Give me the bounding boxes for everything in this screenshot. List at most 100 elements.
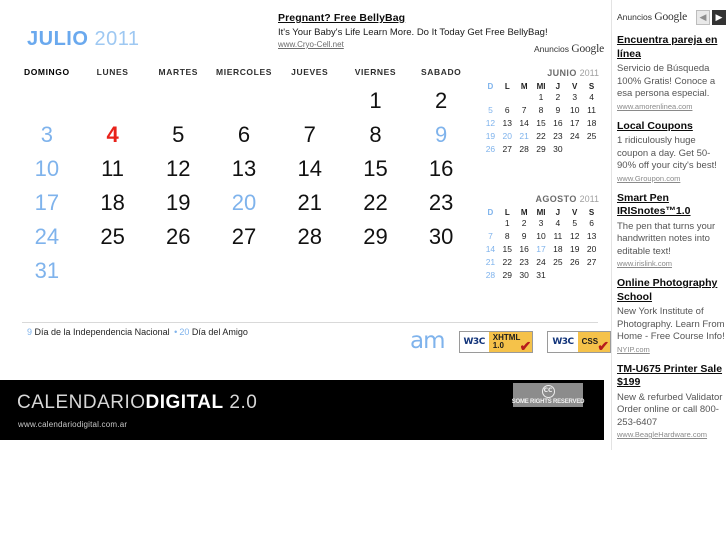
day-cell-3[interactable]: 3 — [14, 118, 80, 152]
mini-day-cell-7[interactable]: 7 — [516, 104, 533, 117]
mini-day-cell-28[interactable]: 28 — [482, 269, 499, 282]
mini-day-cell-8[interactable]: 8 — [533, 104, 550, 117]
day-cell-16[interactable]: 16 — [408, 152, 474, 186]
mini-day-cell-1[interactable]: 1 — [499, 217, 516, 230]
day-cell-15[interactable]: 15 — [343, 152, 409, 186]
creative-commons-badge[interactable]: CC SOME RIGHTS RESERVED — [512, 383, 584, 407]
mini-day-cell-24[interactable]: 24 — [566, 130, 583, 143]
mini-day-cell-20[interactable]: 20 — [499, 130, 516, 143]
w3c-xhtml-badge[interactable]: W3C XHTML 1.0 ✔ — [458, 330, 534, 353]
mini-day-cell-19[interactable]: 19 — [566, 243, 583, 256]
mini-day-cell-16[interactable]: 16 — [549, 117, 566, 130]
side-ad[interactable]: Local Coupons 1 ridiculously huge coupon … — [617, 120, 727, 184]
mini-day-cell-15[interactable]: 15 — [533, 117, 550, 130]
day-cell-7[interactable]: 7 — [277, 118, 343, 152]
mini-day-cell-23[interactable]: 23 — [549, 130, 566, 143]
mini-day-cell-27[interactable]: 27 — [583, 256, 600, 269]
mini-day-cell-7[interactable]: 7 — [482, 230, 499, 243]
mini-day-cell-12[interactable]: 12 — [482, 117, 499, 130]
mini-day-cell-29[interactable]: 29 — [533, 143, 550, 156]
day-cell-26[interactable]: 26 — [145, 220, 211, 254]
day-cell-21[interactable]: 21 — [277, 186, 343, 220]
mini-day-cell-11[interactable]: 11 — [549, 230, 566, 243]
day-cell-31[interactable]: 31 — [14, 254, 80, 288]
footer-url[interactable]: www.calendariodigital.com.ar — [18, 420, 127, 429]
day-cell-1[interactable]: 1 — [343, 84, 409, 118]
mini-day-cell-17[interactable]: 17 — [566, 117, 583, 130]
mini-day-cell-16[interactable]: 16 — [516, 243, 533, 256]
day-cell-22[interactable]: 22 — [343, 186, 409, 220]
top-ad-title[interactable]: Pregnant? Free BellyBag — [278, 12, 598, 25]
mini-day-cell-2[interactable]: 2 — [549, 91, 566, 104]
side-ad-url[interactable]: www.BeagleHardware.com — [617, 430, 727, 440]
mini-day-cell-21[interactable]: 21 — [482, 256, 499, 269]
day-cell-29[interactable]: 29 — [343, 220, 409, 254]
mini-day-cell-9[interactable]: 9 — [516, 230, 533, 243]
mini-day-cell-3[interactable]: 3 — [566, 91, 583, 104]
mini-day-cell-25[interactable]: 25 — [583, 130, 600, 143]
day-cell-11[interactable]: 11 — [80, 152, 146, 186]
day-cell-13[interactable]: 13 — [211, 152, 277, 186]
day-cell-9[interactable]: 9 — [408, 118, 474, 152]
day-cell-4[interactable]: 4 — [80, 118, 146, 152]
mini-day-cell-6[interactable]: 6 — [583, 217, 600, 230]
side-ad-url[interactable]: www.amorenlinea.com — [617, 102, 727, 112]
day-cell-18[interactable]: 18 — [80, 186, 146, 220]
mini-day-cell-18[interactable]: 18 — [549, 243, 566, 256]
day-cell-10[interactable]: 10 — [14, 152, 80, 186]
mini-day-cell-18[interactable]: 18 — [583, 117, 600, 130]
day-cell-28[interactable]: 28 — [277, 220, 343, 254]
side-ad-title[interactable]: Smart Pen IRISnotes™1.0 — [617, 192, 727, 219]
mini-day-cell-4[interactable]: 4 — [549, 217, 566, 230]
mini-day-cell-2[interactable]: 2 — [516, 217, 533, 230]
side-ad-url[interactable]: www.irislink.com — [617, 259, 727, 269]
mini-day-cell-26[interactable]: 26 — [482, 143, 499, 156]
day-cell-6[interactable]: 6 — [211, 118, 277, 152]
mini-day-cell-22[interactable]: 22 — [499, 256, 516, 269]
mini-day-cell-13[interactable]: 13 — [583, 230, 600, 243]
side-ad[interactable]: Online Photography School New York Instit… — [617, 277, 727, 355]
mini-day-cell-10[interactable]: 10 — [533, 230, 550, 243]
mini-day-cell-30[interactable]: 30 — [516, 269, 533, 282]
day-cell-8[interactable]: 8 — [343, 118, 409, 152]
mini-day-cell-14[interactable]: 14 — [516, 117, 533, 130]
mini-day-cell-17[interactable]: 17 — [533, 243, 550, 256]
day-cell-30[interactable]: 30 — [408, 220, 474, 254]
w3c-css-badge[interactable]: W3C CSS ✔ — [547, 330, 612, 353]
prev-arrow-icon[interactable]: ◀ — [696, 10, 710, 25]
day-cell-19[interactable]: 19 — [145, 186, 211, 220]
next-arrow-icon[interactable]: ▶ — [712, 10, 726, 25]
side-ad-title[interactable]: Online Photography School — [617, 277, 727, 304]
side-ad-title[interactable]: Encuentra pareja en línea — [617, 34, 727, 61]
mini-day-cell-5[interactable]: 5 — [482, 104, 499, 117]
day-cell-25[interactable]: 25 — [80, 220, 146, 254]
day-cell-5[interactable]: 5 — [145, 118, 211, 152]
mini-day-cell-9[interactable]: 9 — [549, 104, 566, 117]
side-ad[interactable]: Smart Pen IRISnotes™1.0 The pen that turn… — [617, 192, 727, 270]
day-cell-23[interactable]: 23 — [408, 186, 474, 220]
mini-day-cell-22[interactable]: 22 — [533, 130, 550, 143]
mini-day-cell-11[interactable]: 11 — [583, 104, 600, 117]
day-cell-17[interactable]: 17 — [14, 186, 80, 220]
mini-day-cell-21[interactable]: 21 — [516, 130, 533, 143]
mini-day-cell-30[interactable]: 30 — [549, 143, 566, 156]
mini-day-cell-29[interactable]: 29 — [499, 269, 516, 282]
mini-day-cell-3[interactable]: 3 — [533, 217, 550, 230]
side-ad-title[interactable]: Local Coupons — [617, 120, 727, 134]
side-ad-url[interactable]: NYIP.com — [617, 345, 727, 355]
mini-day-cell-23[interactable]: 23 — [516, 256, 533, 269]
mini-day-cell-19[interactable]: 19 — [482, 130, 499, 143]
mini-day-cell-24[interactable]: 24 — [533, 256, 550, 269]
day-cell-27[interactable]: 27 — [211, 220, 277, 254]
mini-day-cell-14[interactable]: 14 — [482, 243, 499, 256]
day-cell-14[interactable]: 14 — [277, 152, 343, 186]
mini-day-cell-26[interactable]: 26 — [566, 256, 583, 269]
mini-day-cell-6[interactable]: 6 — [499, 104, 516, 117]
mini-day-cell-28[interactable]: 28 — [516, 143, 533, 156]
side-ad[interactable]: TM-U675 Printer Sale $199 New & refurbed … — [617, 363, 727, 441]
mini-day-cell-8[interactable]: 8 — [499, 230, 516, 243]
mini-day-cell-5[interactable]: 5 — [566, 217, 583, 230]
side-ad[interactable]: Encuentra pareja en línea Servicio de Bús… — [617, 34, 727, 112]
mini-day-cell-20[interactable]: 20 — [583, 243, 600, 256]
side-ad-url[interactable]: www.Groupon.com — [617, 174, 727, 184]
